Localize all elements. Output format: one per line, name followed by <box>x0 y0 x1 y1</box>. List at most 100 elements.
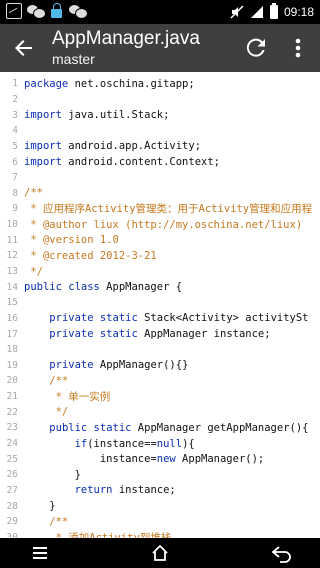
code-line: 19 private AppManager(){} <box>0 358 320 374</box>
line-number: 2 <box>12 93 18 105</box>
line-number: 23 <box>6 422 18 434</box>
keyword-token: return <box>74 484 113 497</box>
line-number: 4 <box>12 125 18 137</box>
line-number: 17 <box>6 328 18 340</box>
keyword-token: private static <box>49 312 138 325</box>
code-token: AppManager getAppManager(){ <box>131 421 309 434</box>
line-number: 29 <box>6 516 18 528</box>
code-text: /** <box>24 375 68 387</box>
code-line: 2 <box>0 92 320 108</box>
code-token: instance= <box>24 453 157 466</box>
code-text: */ <box>24 406 69 418</box>
line-number: 9 <box>12 203 18 215</box>
keyword-token: package <box>24 77 69 90</box>
home-icon[interactable] <box>150 543 170 563</box>
code-text: private static Stack<Activity> activityS… <box>24 312 309 325</box>
comment-token: /** <box>24 187 43 200</box>
notification-icons <box>6 3 88 19</box>
code-line: 14 public class AppManager { <box>0 279 320 295</box>
keyword-token: import <box>24 156 62 169</box>
line-number: 12 <box>6 250 18 262</box>
code-line: 18 <box>0 342 320 358</box>
code-viewer[interactable]: 1 package net.oschina.gitapp; 2 3 import jav… <box>0 72 320 538</box>
code-text: /** <box>24 516 68 528</box>
arrow-back-icon[interactable] <box>8 32 40 64</box>
code-token: instance; <box>112 484 176 497</box>
refresh-icon[interactable] <box>242 34 270 62</box>
comment-token: * @version 1.0 <box>24 234 119 247</box>
code-line: 28 } <box>0 498 320 514</box>
code-line: 3 import java.util.Stack; <box>0 107 320 123</box>
lock-icon <box>50 3 64 19</box>
code-text: /** <box>24 187 43 199</box>
code-line: 16 private static Stack<Activity> activi… <box>0 311 320 327</box>
code-line: 20 /** <box>0 373 320 389</box>
code-text: * 应用程序Activity管理类：用于Activity管理和应用程 <box>24 201 312 216</box>
comment-token: * 单一实例 <box>24 391 111 404</box>
code-text: public class AppManager { <box>24 281 182 293</box>
keyword-token: private <box>49 359 94 372</box>
code-line: 26 } <box>0 467 320 483</box>
signal-icon <box>250 6 263 18</box>
code-token: } <box>24 500 56 513</box>
line-number: 1 <box>12 78 18 90</box>
code-token: ){ <box>182 437 195 450</box>
line-number: 19 <box>6 359 18 371</box>
code-token: AppManager(){} <box>93 359 189 372</box>
code-text: * 单一实例 <box>24 389 111 404</box>
wechat-icon <box>69 3 88 19</box>
comment-token: /** <box>24 374 69 387</box>
code-line: 23 public static AppManager getAppManage… <box>0 420 320 436</box>
code-line: 12 * @created 2012-3-21 <box>0 248 320 264</box>
line-number: 21 <box>6 391 18 403</box>
code-line: 15 <box>0 295 320 311</box>
code-text: private AppManager(){} <box>24 359 188 371</box>
code-line: 11 * @version 1.0 <box>0 232 320 248</box>
title-block: AppManager.java master <box>52 28 200 68</box>
line-number: 6 <box>12 156 18 168</box>
code-token: android.app.Activity; <box>61 140 202 153</box>
more-vert-icon[interactable] <box>286 34 310 62</box>
code-line: 30 * 添加Activity到堆栈 <box>0 530 320 538</box>
clock: 09:18 <box>283 5 314 19</box>
battery-icon <box>269 3 278 19</box>
keyword-token: if <box>74 437 88 450</box>
code-text: instance=new AppManager(); <box>24 453 264 465</box>
code-token: AppManager instance; <box>137 328 271 341</box>
comment-token: * @author liux (http://my.oschina.net/li… <box>24 218 303 231</box>
code-token: (instance== <box>87 437 157 450</box>
keyword-token: public class <box>24 281 100 294</box>
code-text: * @created 2012-3-21 <box>24 250 156 262</box>
code-line: 1 package net.oschina.gitapp; <box>0 76 320 92</box>
comment-token: * 应用程序Activity管理类：用于Activity管理和应用程 <box>24 203 313 216</box>
code-line: 8 /** <box>0 185 320 201</box>
keyword-token: null <box>156 437 183 450</box>
menu-icon[interactable] <box>30 543 50 563</box>
keyword-token: import <box>24 109 62 122</box>
line-number: 28 <box>6 500 18 512</box>
code-line: 21 * 单一实例 <box>0 389 320 405</box>
line-number: 20 <box>6 375 18 387</box>
code-text: * 添加Activity到堆栈 <box>24 530 172 538</box>
line-number: 22 <box>6 406 18 418</box>
code-token: Stack<Activity> activitySt <box>137 312 309 325</box>
code-line: 29 /** <box>0 514 320 530</box>
code-text: import android.app.Activity; <box>24 140 201 152</box>
line-number: 3 <box>12 109 18 121</box>
code-line: 24 if(instance==null){ <box>0 436 320 452</box>
status-bar: 09:18 <box>0 0 320 24</box>
navigation-bar <box>0 538 320 568</box>
code-token: } <box>24 468 81 481</box>
code-token: AppManager(); <box>175 453 265 466</box>
code-line: 7 <box>0 170 320 186</box>
back-icon[interactable] <box>270 543 294 563</box>
line-number: 25 <box>6 453 18 465</box>
mute-icon <box>230 5 244 19</box>
line-number: 16 <box>6 312 18 324</box>
keyword-token: public static <box>49 421 132 434</box>
